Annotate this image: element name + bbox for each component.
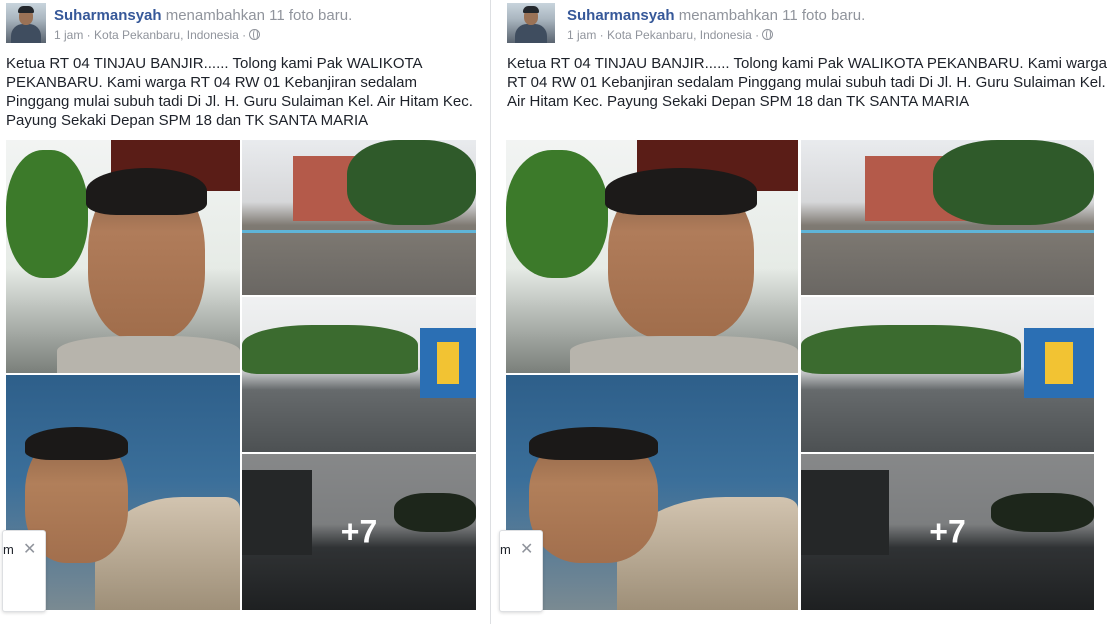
post-meta: 1 jam · Kota Pekanbaru, Indonesia · bbox=[54, 28, 261, 42]
photo-flood-school[interactable] bbox=[801, 140, 1094, 295]
post-meta: 1 jam · Kota Pekanbaru, Indonesia · bbox=[567, 28, 774, 42]
post-time[interactable]: 1 jam bbox=[54, 28, 83, 42]
photo-selfie-2[interactable] bbox=[506, 375, 798, 610]
globe-icon[interactable] bbox=[249, 29, 261, 40]
post-headline: Suharmansyah menambahkan 11 foto baru. bbox=[567, 7, 865, 24]
post-action: menambahkan 11 foto baru. bbox=[678, 7, 866, 24]
post-location[interactable]: Kota Pekanbaru, Indonesia bbox=[607, 28, 752, 42]
photo-flood-street[interactable] bbox=[801, 297, 1094, 452]
photo-flood-street[interactable] bbox=[242, 297, 476, 452]
post-text: Ketua RT 04 TINJAU BANJIR...... Tolong k… bbox=[6, 55, 473, 129]
post-header: Suharmansyah menambahkan 11 foto baru. 1… bbox=[6, 3, 490, 45]
globe-icon[interactable] bbox=[762, 29, 774, 40]
photo-more[interactable]: +7 bbox=[242, 454, 476, 610]
photo-more[interactable]: +7 bbox=[801, 454, 1094, 610]
post-action: menambahkan 11 foto baru. bbox=[165, 7, 353, 24]
author-name[interactable]: Suharmansyah bbox=[54, 7, 162, 24]
post-location[interactable]: Kota Pekanbaru, Indonesia bbox=[94, 28, 239, 42]
chat-tab-label: m bbox=[3, 542, 14, 557]
post-header: Suharmansyah menambahkan 11 foto baru. 1… bbox=[507, 3, 1116, 45]
post-time[interactable]: 1 jam bbox=[567, 28, 596, 42]
chat-tab[interactable]: m ✕ bbox=[499, 530, 543, 612]
more-photos-count: +7 bbox=[340, 513, 378, 550]
close-icon[interactable]: ✕ bbox=[520, 539, 533, 559]
post-right: Suharmansyah menambahkan 11 foto baru. 1… bbox=[490, 0, 1116, 624]
author-name[interactable]: Suharmansyah bbox=[567, 7, 675, 24]
photo-flood-school[interactable] bbox=[242, 140, 476, 295]
chat-tab-label: m bbox=[500, 542, 511, 557]
photo-selfie-1[interactable] bbox=[6, 140, 240, 373]
close-icon[interactable]: ✕ bbox=[23, 539, 36, 559]
avatar[interactable] bbox=[6, 3, 46, 43]
avatar[interactable] bbox=[507, 3, 555, 43]
chat-tab[interactable]: m ✕ bbox=[2, 530, 46, 612]
post-text: Ketua RT 04 TINJAU BANJIR...... Tolong k… bbox=[507, 55, 1107, 110]
photo-selfie-1[interactable] bbox=[506, 140, 798, 373]
more-photos-count: +7 bbox=[929, 513, 966, 550]
post-headline: Suharmansyah menambahkan 11 foto baru. bbox=[54, 7, 352, 24]
post-left: Suharmansyah menambahkan 11 foto baru. 1… bbox=[0, 0, 484, 624]
